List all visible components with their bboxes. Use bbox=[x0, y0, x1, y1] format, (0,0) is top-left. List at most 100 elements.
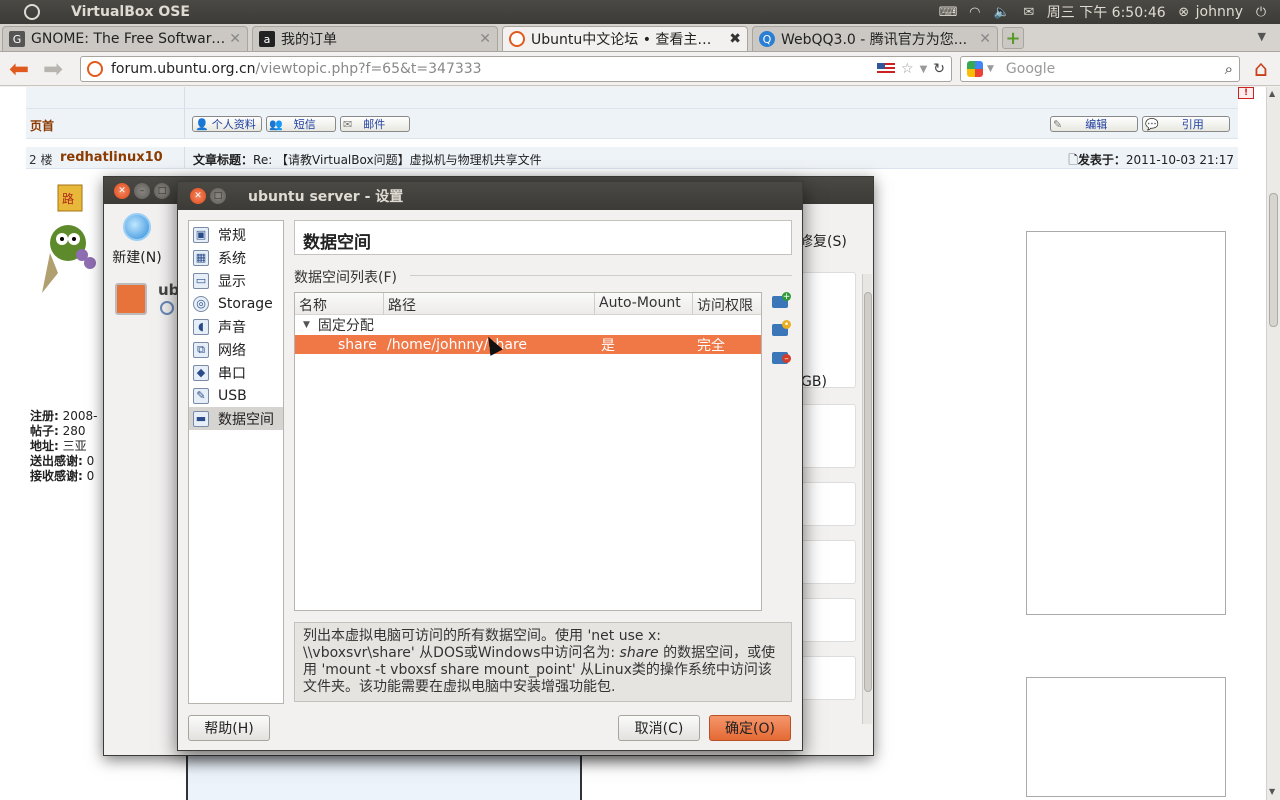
webqq-favicon-icon: Q bbox=[759, 31, 775, 47]
column-header-name[interactable]: 名称 bbox=[295, 293, 384, 315]
usb-icon: ✎ bbox=[193, 387, 209, 404]
tab-gnome[interactable]: G GNOME: The Free Software ... ✕ bbox=[2, 26, 248, 51]
nav-item-storage[interactable]: ◎ Storage bbox=[189, 292, 283, 315]
back-button[interactable]: ⬅ bbox=[6, 55, 32, 83]
nav-item-usb[interactable]: ✎ USB bbox=[189, 384, 283, 407]
search-input[interactable]: Google bbox=[1006, 61, 1055, 77]
dialog-titlebar: ✕ □ ubuntu server - 设置 bbox=[178, 182, 802, 210]
url-text[interactable]: forum.ubuntu.org.cn/viewtopic.php?f=65&t… bbox=[111, 61, 482, 77]
profile-button[interactable]: 👤 个人资料 bbox=[192, 116, 262, 132]
share-auto-mount: 是 bbox=[601, 337, 615, 354]
search-bar[interactable]: ▼ Google ⌕ bbox=[960, 56, 1240, 82]
maximize-icon[interactable]: □ bbox=[154, 182, 170, 199]
power-icon[interactable]: ⏻ bbox=[1252, 5, 1270, 20]
share-access: 完全 bbox=[697, 337, 725, 354]
remove-shared-folder-button[interactable]: – bbox=[770, 348, 791, 368]
nav-item-shared-folders[interactable]: ▬ 数据空间 bbox=[189, 407, 283, 430]
table-row[interactable]: share /home/johnny/share 是 完全 bbox=[295, 335, 761, 354]
close-icon[interactable]: ✕ bbox=[114, 182, 130, 199]
clock[interactable]: 周三 下午 6:50:46 bbox=[1047, 2, 1166, 22]
settings-dialog: ✕ □ ubuntu server - 设置 ▣ 常规 ▦ 系统 ▭ 显示 ◎ Stor… bbox=[177, 181, 803, 751]
add-shared-folder-button[interactable]: + bbox=[770, 292, 791, 312]
shared-folders-list-label: 数据空间列表(F) bbox=[294, 270, 397, 286]
column-header-path[interactable]: 路径 bbox=[384, 293, 595, 315]
disk-icon: ◎ bbox=[193, 295, 209, 312]
nav-item-serial[interactable]: ◆ 串口 bbox=[189, 361, 283, 384]
tab-close-icon[interactable]: ✕ bbox=[229, 31, 241, 47]
page-scrollbar[interactable]: ▲ ▼ bbox=[1266, 87, 1280, 800]
nav-item-system[interactable]: ▦ 系统 bbox=[189, 246, 283, 269]
keyboard-icon[interactable]: ⌨ bbox=[939, 5, 958, 20]
user-icon: 👤 bbox=[195, 117, 209, 131]
folder-icon: ▬ bbox=[193, 410, 209, 427]
column-header-access[interactable]: 访问权限 bbox=[693, 293, 761, 315]
tab-ubuntu-forum[interactable]: Ubuntu中文论坛 • 查看主题 ... ✖ bbox=[502, 26, 748, 51]
page-top-link[interactable]: 页首 bbox=[30, 117, 54, 134]
nav-item-display[interactable]: ▭ 显示 bbox=[189, 269, 283, 292]
close-icon[interactable]: ✕ bbox=[190, 188, 206, 204]
nav-item-general[interactable]: ▣ 常规 bbox=[189, 223, 283, 246]
group-row-machine-folders[interactable]: ▼ 固定分配 bbox=[295, 315, 761, 335]
column-header-auto-mount[interactable]: Auto-Mount bbox=[595, 293, 693, 315]
bookmark-star-icon[interactable]: ☆ bbox=[901, 61, 914, 77]
discard-button[interactable]: 修复(S) bbox=[799, 231, 847, 251]
tab-orders[interactable]: a 我的订单 ✕ bbox=[252, 26, 498, 51]
share-name: share bbox=[338, 336, 377, 353]
tab-list-chevron-icon[interactable]: ▼ bbox=[1258, 30, 1266, 43]
remove-icon: – bbox=[782, 354, 791, 364]
shared-folder-actions: + • – bbox=[770, 292, 791, 376]
monitor-icon: ▣ bbox=[193, 226, 209, 243]
details-scrollbar[interactable] bbox=[862, 274, 872, 724]
cancel-button[interactable]: 取消(C) bbox=[618, 715, 700, 741]
vm-list-item[interactable]: ubu bbox=[108, 275, 190, 319]
tab-close-icon[interactable]: ✕ bbox=[479, 31, 491, 47]
forward-button[interactable]: ➡ bbox=[40, 55, 66, 83]
site-identity-icon[interactable] bbox=[87, 61, 103, 77]
wifi-icon[interactable]: ◠ bbox=[966, 5, 984, 20]
google-icon[interactable] bbox=[967, 61, 983, 77]
quote-button[interactable]: 💬 引用 bbox=[1142, 116, 1230, 132]
users-icon: 👥 bbox=[269, 117, 283, 131]
edit-button[interactable]: ✎ 编辑 bbox=[1050, 116, 1138, 132]
details-scrollbar-thumb[interactable] bbox=[864, 292, 872, 692]
app-title: VirtualBox OSE bbox=[71, 4, 190, 20]
user-status-icon[interactable]: ⊗ bbox=[1175, 5, 1193, 20]
email-button[interactable]: ✉ 邮件 bbox=[340, 116, 410, 132]
nav-item-audio[interactable]: ◖ 声音 bbox=[189, 315, 283, 338]
reload-icon[interactable]: ↻ bbox=[933, 61, 945, 77]
svg-text:路: 路 bbox=[62, 191, 74, 206]
url-dropdown-icon[interactable]: ▼ bbox=[920, 64, 928, 75]
tab-close-icon[interactable]: ✖ bbox=[729, 31, 741, 47]
ok-button[interactable]: 确定(O) bbox=[709, 715, 791, 741]
minimize-icon[interactable]: – bbox=[134, 182, 150, 199]
home-icon[interactable]: ⌂ bbox=[1248, 57, 1274, 82]
shared-folders-table[interactable]: 名称 路径 Auto-Mount 访问权限 ▼ 固定分配 share /home… bbox=[294, 292, 762, 611]
search-icon[interactable]: ⌕ bbox=[1225, 60, 1233, 78]
report-icon[interactable]: ! bbox=[1238, 87, 1254, 99]
mail-icon[interactable]: ✉ bbox=[1020, 5, 1038, 20]
edit-icon: ✎ bbox=[1053, 117, 1063, 131]
avatar: 路 bbox=[42, 184, 96, 293]
scroll-down-icon[interactable]: ▼ bbox=[1269, 787, 1275, 796]
new-tab-button[interactable]: + bbox=[1002, 27, 1024, 49]
language-flag-icon[interactable] bbox=[877, 63, 895, 75]
new-vm-button[interactable]: 新建(N) bbox=[108, 213, 166, 267]
nav-item-network[interactable]: ⧉ 网络 bbox=[189, 338, 283, 361]
page-scrollbar-thumb[interactable] bbox=[1269, 193, 1278, 327]
volume-icon[interactable]: 🔈 bbox=[993, 5, 1011, 20]
user-name[interactable]: johnny bbox=[1196, 4, 1243, 20]
expand-triangle-icon[interactable]: ▼ bbox=[303, 320, 310, 330]
tab-label: WebQQ3.0 - 腾讯官方为您... bbox=[781, 32, 968, 48]
url-bar[interactable]: forum.ubuntu.org.cn/viewtopic.php?f=65&t… bbox=[80, 56, 952, 82]
tab-close-icon[interactable]: ✕ bbox=[979, 31, 991, 47]
search-engine-dropdown-icon[interactable]: ▼ bbox=[987, 64, 994, 74]
ubuntu-logo-icon[interactable] bbox=[20, 0, 44, 24]
pm-button[interactable]: 👥 短信 bbox=[266, 116, 336, 132]
poster-name[interactable]: redhatlinux10 bbox=[60, 150, 163, 165]
scroll-up-icon[interactable]: ▲ bbox=[1269, 89, 1275, 98]
top-panel: VirtualBox OSE ⌨ ◠ 🔈 ✉ 周三 下午 6:50:46 ⊗ j… bbox=[0, 0, 1280, 24]
help-button[interactable]: 帮助(H) bbox=[188, 715, 270, 741]
tab-webqq[interactable]: Q WebQQ3.0 - 腾讯官方为您... ✕ bbox=[752, 26, 998, 51]
maximize-icon[interactable]: □ bbox=[210, 188, 226, 204]
edit-shared-folder-button[interactable]: • bbox=[770, 320, 791, 340]
